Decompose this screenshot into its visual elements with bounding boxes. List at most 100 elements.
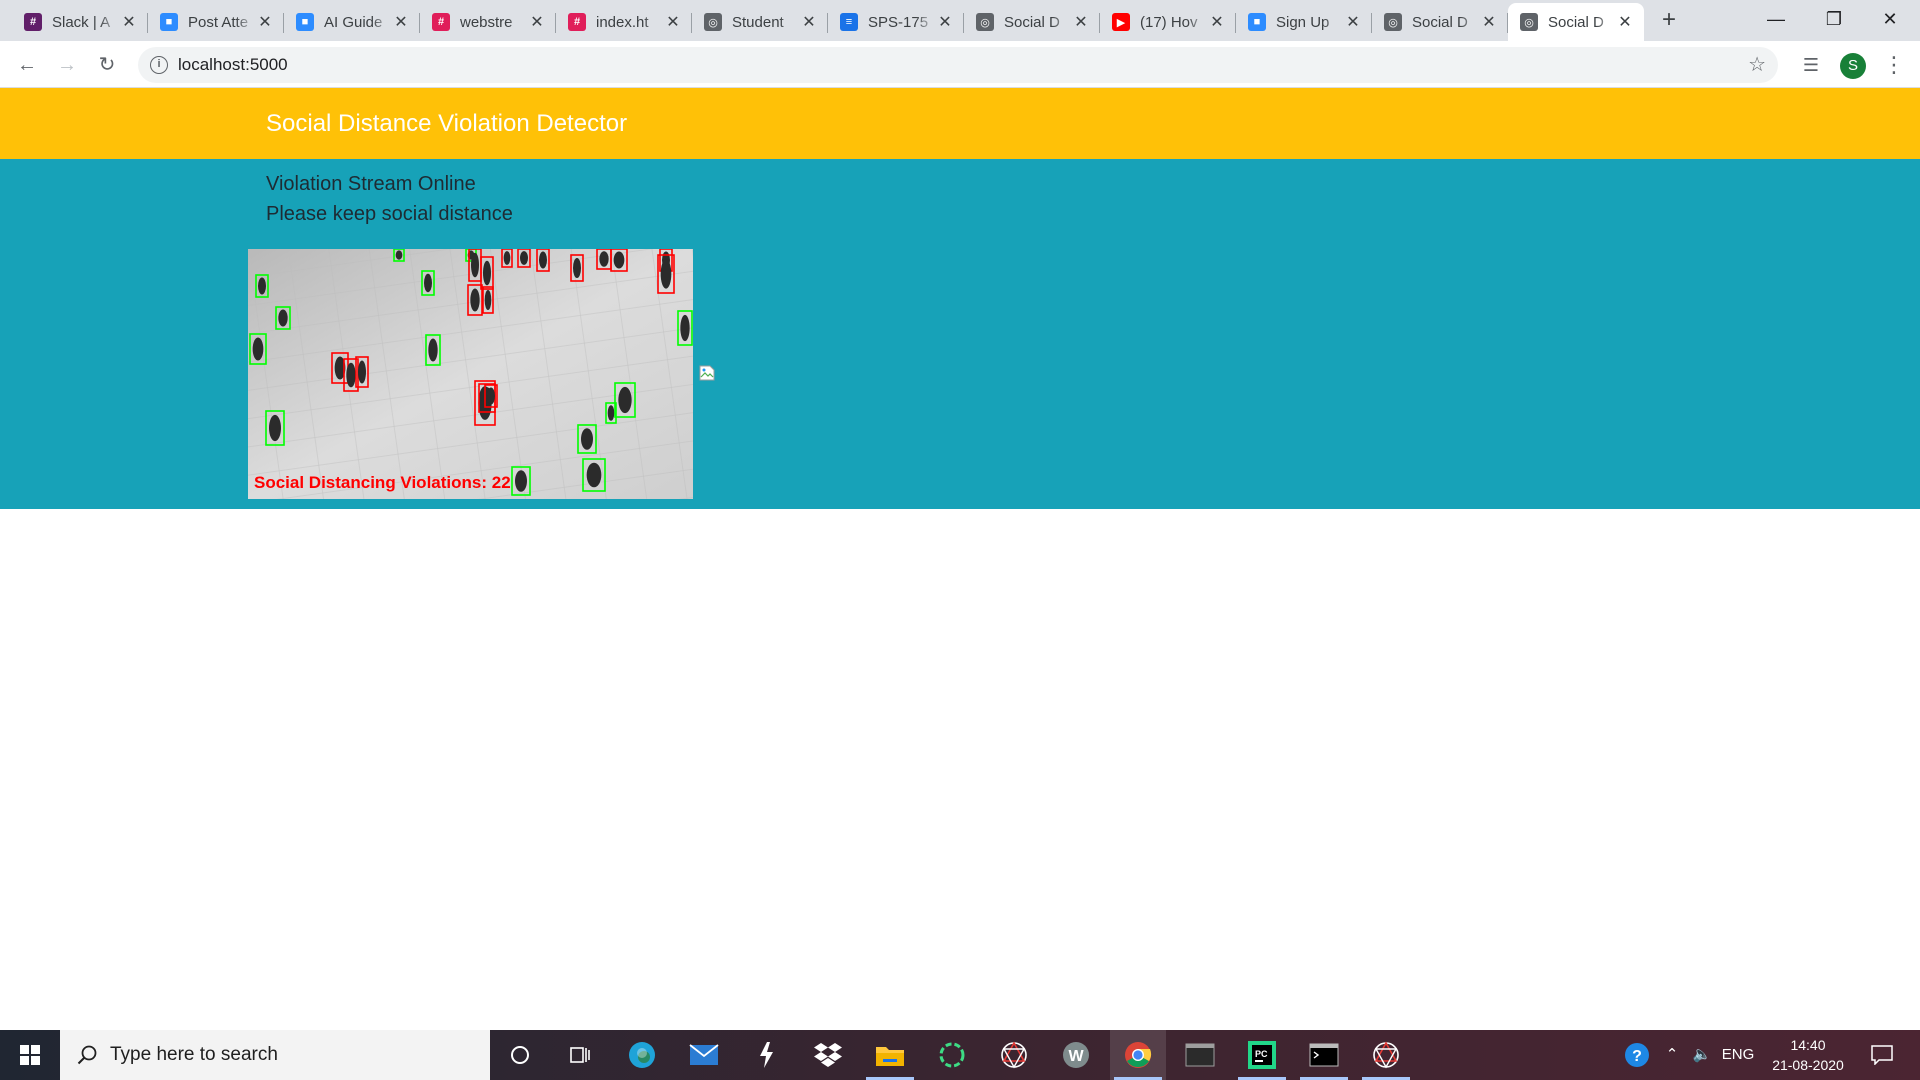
pedestrian-figure [539, 251, 547, 269]
bookmark-star-icon[interactable]: ☆ [1748, 47, 1766, 83]
search-icon [77, 1045, 97, 1065]
pedestrian-figure [503, 251, 511, 265]
pedestrian-figure [252, 337, 264, 361]
tab-title: SPS-175 [868, 13, 929, 31]
command-prompt-icon[interactable] [1296, 1030, 1352, 1080]
navbar-brand[interactable]: Social Distance Violation Detector [266, 88, 627, 159]
browser-tab[interactable]: ◎ Social D ✕ [1372, 3, 1508, 41]
browser-tab[interactable]: ◎ Social D ✕ [964, 3, 1100, 41]
form-icon: ≡ [840, 13, 858, 31]
clock[interactable]: 14:40 21-08-2020 [1758, 1035, 1858, 1075]
media-control-icon[interactable]: ☰ [1795, 49, 1827, 81]
browser-tab[interactable]: # Slack | A ✕ [12, 3, 148, 41]
clock-time: 14:40 [1790, 1037, 1826, 1053]
url-text[interactable]: localhost:5000 [178, 47, 288, 83]
browser-tab[interactable]: ■ Post Atte ✕ [148, 3, 284, 41]
tab-close-icon[interactable]: ✕ [256, 12, 274, 32]
new-tab-button[interactable]: + [1655, 6, 1683, 34]
browser-tab[interactable]: ◎ Student ✕ [692, 3, 828, 41]
back-button[interactable]: ← [11, 49, 43, 81]
pedestrian-figure [607, 405, 615, 421]
tab-close-icon[interactable]: ✕ [936, 12, 954, 32]
network-app-2-icon[interactable] [1358, 1030, 1414, 1080]
tab-close-icon[interactable]: ✕ [1208, 12, 1226, 32]
tab-close-icon[interactable]: ✕ [800, 12, 818, 32]
web-page: Social Distance Violation Detector Viola… [0, 88, 1920, 1030]
browser-tab[interactable]: ■ Sign Up ✕ [1236, 3, 1372, 41]
word-w-icon[interactable]: W [1048, 1030, 1104, 1080]
tab-close-icon[interactable]: ✕ [120, 12, 138, 32]
pedestrian-figure [278, 309, 288, 327]
globe-icon: ◎ [976, 13, 994, 31]
stream-status-text: Violation Stream Online [266, 173, 476, 195]
pedestrian-figure [424, 273, 432, 293]
browser-tab[interactable]: ◎ Social D ✕ [1508, 3, 1644, 41]
browser-tab[interactable]: # index.ht ✕ [556, 3, 692, 41]
stream-section: Violation Stream Online Please keep soci… [0, 159, 1920, 509]
pedestrian-figure [515, 470, 527, 492]
menu-kebab-icon[interactable]: ⋮ [1878, 49, 1910, 81]
cortana-icon[interactable] [492, 1030, 548, 1080]
tab-title: Post Atte [188, 13, 249, 31]
zoom-icon: ■ [1248, 13, 1266, 31]
tab-close-icon[interactable]: ✕ [392, 12, 410, 32]
site-info-icon[interactable]: i [150, 56, 168, 74]
forward-button[interactable]: → [51, 49, 83, 81]
svg-text:PC: PC [1255, 1049, 1268, 1059]
pedestrian-figure [520, 251, 528, 265]
zoom-icon: ■ [160, 13, 178, 31]
tab-title: (17) Hov [1140, 13, 1198, 31]
pycharm-icon[interactable]: PC [1234, 1030, 1290, 1080]
svg-text:?: ? [1632, 1048, 1642, 1065]
windows-start-icon[interactable] [0, 1030, 60, 1080]
tab-close-icon[interactable]: ✕ [1344, 12, 1362, 32]
restore-button[interactable]: ❐ [1806, 0, 1862, 41]
violations-overlay-text: Social Distancing Violations: 22 [254, 473, 511, 492]
green-ring-app-icon[interactable] [924, 1030, 980, 1080]
network-app-icon[interactable] [986, 1030, 1042, 1080]
notification-center-icon[interactable] [1862, 1030, 1902, 1080]
edge-icon[interactable] [614, 1030, 670, 1080]
pedestrian-figure [483, 260, 491, 286]
browser-tab[interactable]: ≡ SPS-175 ✕ [828, 3, 964, 41]
broken-image-icon [699, 365, 715, 381]
volume-icon[interactable]: 🔈 [1688, 1030, 1716, 1080]
pedestrian-figure [660, 259, 672, 289]
dropbox-icon[interactable] [800, 1030, 856, 1080]
close-window-button[interactable]: ✕ [1862, 0, 1918, 41]
tab-title: Slack | A [52, 13, 111, 31]
pedestrian-figure [613, 251, 625, 269]
pedestrian-figure [586, 462, 602, 488]
address-bar[interactable]: i localhost:5000 ☆ [138, 47, 1778, 83]
tab-close-icon[interactable]: ✕ [1072, 12, 1090, 32]
task-view-icon[interactable] [552, 1030, 608, 1080]
minimize-button[interactable]: — [1748, 0, 1804, 41]
browser-tab[interactable]: ▶ (17) Hov ✕ [1100, 3, 1236, 41]
tab-close-icon[interactable]: ✕ [664, 12, 682, 32]
chrome-icon[interactable] [1110, 1030, 1166, 1080]
browser-tab[interactable]: # webstre ✕ [420, 3, 556, 41]
pedestrian-figure [618, 386, 632, 414]
reload-button[interactable]: ↻ [91, 49, 123, 81]
terminal-window-icon[interactable] [1172, 1030, 1228, 1080]
file-explorer-icon[interactable] [862, 1030, 918, 1080]
tray-chevron-up-icon[interactable]: ⌃ [1660, 1030, 1684, 1080]
help-icon[interactable]: ? [1620, 1030, 1654, 1080]
taskbar-search-box[interactable]: Type here to search [60, 1030, 490, 1080]
mail-icon[interactable] [676, 1030, 732, 1080]
language-indicator[interactable]: ENG [1716, 1030, 1760, 1080]
app-lightning-icon[interactable] [738, 1030, 794, 1080]
tab-title: AI Guide [324, 13, 383, 31]
slack-icon: # [24, 13, 42, 31]
pedestrian-figure [487, 387, 495, 405]
tab-title: Social D [1548, 13, 1604, 31]
tab-close-icon[interactable]: ✕ [528, 12, 546, 32]
tab-close-icon[interactable]: ✕ [1616, 12, 1634, 32]
profile-avatar[interactable]: S [1840, 53, 1866, 79]
tab-close-icon[interactable]: ✕ [1480, 12, 1498, 32]
browser-tab[interactable]: ■ AI Guide ✕ [284, 3, 420, 41]
tab-title: Social D [1412, 13, 1468, 31]
tab-title: Sign Up [1276, 13, 1330, 31]
tab-title: Social D [1004, 13, 1060, 31]
pedestrian-figure [269, 414, 281, 442]
